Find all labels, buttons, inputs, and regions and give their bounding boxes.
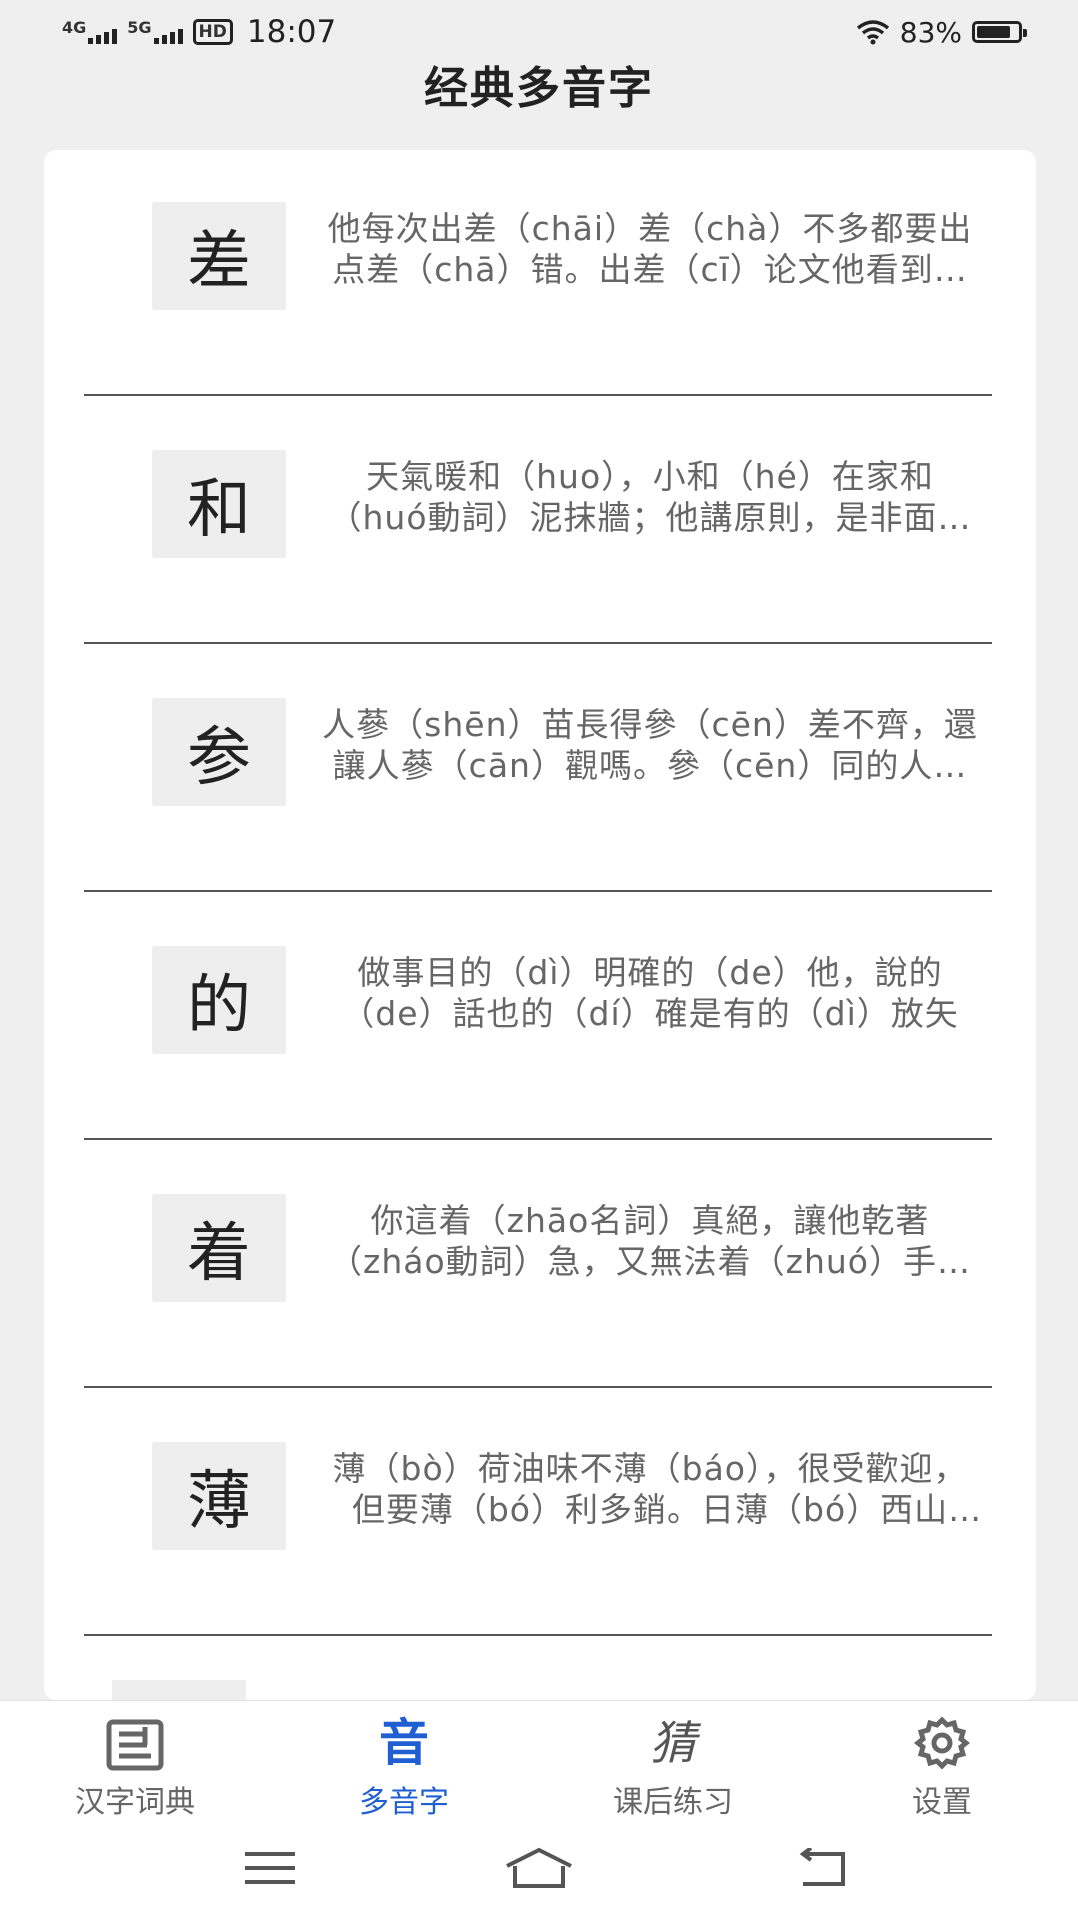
list-item-char: 差 [152, 202, 286, 310]
system-nav-bar [0, 1820, 1078, 1918]
status-left: 4G 5G HD 18:07 [62, 14, 336, 50]
page-title: 经典多音字 [424, 63, 654, 114]
tab-label: 汉字词典 [75, 1785, 195, 1820]
list-item[interactable]: 和 天氣暖和（huo），小和（hé）在家和（huó動詞）泥抹牆；他講原則，是非面… [84, 398, 992, 644]
settings-icon [914, 1711, 970, 1771]
tab-dictionary[interactable]: 汉字词典 [35, 1701, 235, 1821]
list-item-char: 薄 [152, 1442, 286, 1550]
battery-fill [977, 26, 1010, 38]
list-item[interactable]: 参 人蔘（shēn）苗長得參（cēn）差不齊，還讓人蔘（cān）觀嗎。參（cēn… [84, 646, 992, 892]
list-item[interactable]: 的 做事目的（dì）明確的（de）他，說的（de）話也的（dí）確是有的（dì）… [84, 894, 992, 1140]
list-item-char: 参 [152, 698, 286, 806]
tab-practice[interactable]: 猜 课后练习 [573, 1701, 773, 1821]
list-item-char: 着 [152, 1194, 286, 1302]
list-item-desc: 薄（bò）荷油味不薄（báo），很受歡迎，但要薄（bó）利多銷。日薄（bó）西山… [332, 1449, 968, 1529]
tab-polyphone[interactable]: 音 多音字 [304, 1701, 504, 1821]
practice-glyph: 猜 [650, 1716, 696, 1770]
bottom-tab-bar: 汉字词典 音 多音字 猜 课后练习 设置 [0, 1700, 1078, 1821]
polyphone-list[interactable]: 差 他每次出差（chāi）差（chà）不多都要出点差（chā）错。出差（cī）论… [44, 150, 1036, 1700]
wifi-icon [856, 20, 889, 45]
tab-label: 设置 [912, 1785, 972, 1820]
list-item-partial [112, 1680, 246, 1700]
tab-label: 课后练习 [613, 1785, 733, 1820]
list-item-desc: 你這着（zhāo名詞）真絕，讓他乾著（zháo動詞）急，又無法着（zhuó）手應… [329, 1201, 971, 1281]
list-item-desc: 天氣暖和（huo），小和（hé）在家和（huó動詞）泥抹牆；他講原則，是非面前從… [328, 457, 972, 537]
network-label-4g: 4G [62, 18, 87, 37]
status-right: 83% [856, 15, 1027, 49]
list-item-desc: 他每次出差（chāi）差（chà）不多都要出点差（chā）错。出差（cī）论文他… [327, 209, 973, 289]
network-4g-signal: 4G [62, 18, 118, 44]
network-5g-signal: 5G [127, 18, 183, 44]
signal-bars-icon [88, 29, 118, 44]
list-item-char: 的 [152, 946, 286, 1054]
polyphone-glyph: 音 [379, 1714, 429, 1772]
battery-icon [972, 21, 1027, 43]
hd-voice-icon: HD [192, 19, 233, 45]
clock-time: 18:07 [246, 14, 337, 50]
signal-bars-icon [153, 29, 183, 44]
polyphone-icon: 音 [379, 1711, 429, 1771]
battery-percent: 83% [899, 15, 962, 49]
dictionary-icon [105, 1711, 165, 1771]
list-item[interactable]: 薄 薄（bò）荷油味不薄（báo），很受歡迎，但要薄（bó）利多銷。日薄（bó）… [84, 1390, 992, 1636]
list-item[interactable]: 着 你這着（zhāo名詞）真絕，讓他乾著（zháo動詞）急，又無法着（zhuó）… [84, 1142, 992, 1388]
list-item-char: 和 [152, 450, 286, 558]
tab-settings[interactable]: 设置 [842, 1701, 1042, 1821]
list-item-desc: 人蔘（shēn）苗長得參（cēn）差不齊，還讓人蔘（cān）觀嗎。參（cēn）同… [322, 705, 978, 785]
back-icon[interactable] [778, 1838, 868, 1898]
tab-label: 多音字 [359, 1785, 449, 1820]
practice-icon: 猜 [650, 1711, 696, 1771]
list-item[interactable]: 差 他每次出差（chāi）差（chà）不多都要出点差（chā）错。出差（cī）论… [84, 150, 992, 396]
list-item-desc: 做事目的（dì）明確的（de）他，說的（de）話也的（dí）確是有的（dì）放矢 [341, 953, 959, 1033]
network-label-5g: 5G [127, 18, 152, 37]
home-icon[interactable] [494, 1838, 584, 1898]
menu-icon[interactable] [225, 1838, 315, 1898]
